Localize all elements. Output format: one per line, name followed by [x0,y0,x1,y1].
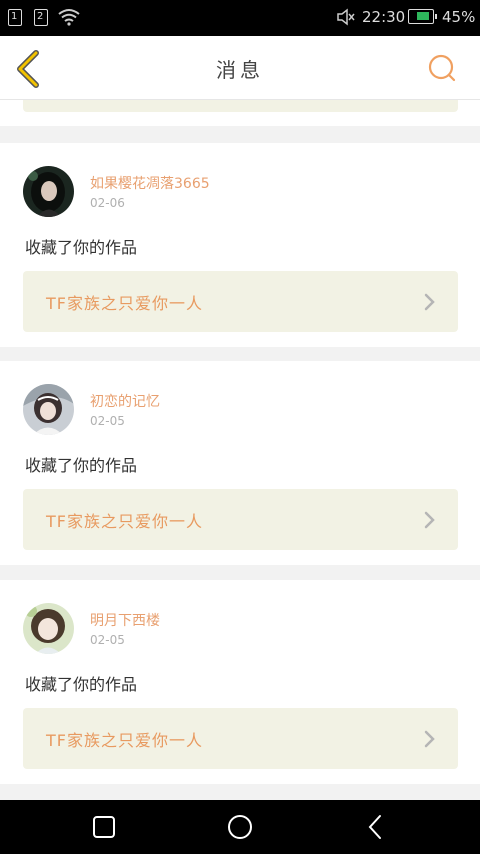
work-title: TF家族之只爱你一人 [46,731,203,750]
message-date: 02-05 [90,633,125,647]
work-card[interactable]: TF家族之只爱你一人 [23,708,458,769]
sim2-icon: 2 [34,9,48,26]
avatar[interactable] [23,603,74,654]
username[interactable]: 明月下西楼 [90,610,160,630]
top-app-bar: 消息 [0,36,480,100]
avatar[interactable] [23,384,74,435]
mute-icon [337,8,355,26]
username[interactable]: 如果樱花凋落3665 [90,173,210,193]
message-date: 02-06 [90,196,125,210]
work-card[interactable]: TF家族之只爱你一人 [23,271,458,332]
message-text: 收藏了你的作品 [25,238,138,257]
message-text: 收藏了你的作品 [25,456,138,475]
circle-icon [228,815,252,839]
status-bar: 1 2 22:30 45% [0,0,480,36]
system-nav-bar [0,800,480,854]
sim1-icon: 1 [8,9,22,26]
wifi-icon [58,9,80,26]
chevron-right-icon [424,730,435,748]
list-item-partial [0,100,480,126]
message-item[interactable]: 初恋的记忆 02-05 收藏了你的作品 TF家族之只爱你一人 [0,361,480,565]
username[interactable]: 初恋的记忆 [90,391,160,411]
chevron-right-icon [424,511,435,529]
message-list[interactable]: 如果樱花凋落3665 02-06 收藏了你的作品 TF家族之只爱你一人 初恋的记… [0,100,480,800]
message-item[interactable]: 如果樱花凋落3665 02-06 收藏了你的作品 TF家族之只爱你一人 [0,143,480,347]
work-title: TF家族之只爱你一人 [46,294,203,313]
search-icon [428,54,456,82]
work-title: TF家族之只爱你一人 [46,512,203,531]
recents-button[interactable] [90,813,118,841]
work-card[interactable]: TF家族之只爱你一人 [23,489,458,550]
message-text: 收藏了你的作品 [25,675,138,694]
message-item[interactable]: 明月下西楼 02-05 收藏了你的作品 TF家族之只爱你一人 [0,580,480,784]
back-triangle-icon [368,815,381,839]
square-icon [93,816,115,838]
chevron-right-icon [424,293,435,311]
home-button[interactable] [226,813,254,841]
battery-icon [408,9,437,24]
page-title: 消息 [216,58,264,82]
avatar[interactable] [23,166,74,217]
search-button[interactable] [426,52,458,84]
clock: 22:30 [362,8,406,26]
nav-back-button[interactable] [362,813,390,841]
battery-percent: 45% [442,8,476,26]
message-date: 02-05 [90,414,125,428]
